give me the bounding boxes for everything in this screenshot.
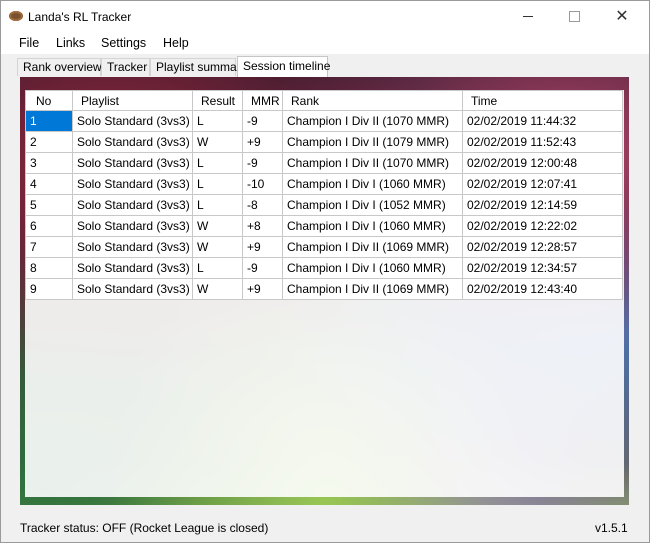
table-cell[interactable]: 02/02/2019 12:28:57 — [462, 236, 623, 258]
table-row[interactable]: 2 Solo Standard (3vs3) W +9 Champion I Div I… — [25, 131, 623, 153]
table-header-row: No Playlist Result MMR Rank Time — [25, 90, 623, 111]
table-cell[interactable]: W — [192, 131, 243, 153]
table-cell[interactable]: 02/02/2019 12:14:59 — [462, 194, 623, 216]
table-cell[interactable]: 8 — [25, 257, 73, 279]
rugby-ball-icon — [9, 11, 23, 21]
table-cell[interactable]: -9 — [242, 152, 283, 174]
minimize-button[interactable] — [505, 1, 551, 32]
tab-playlist-summary[interactable]: Playlist summary — [150, 58, 247, 76]
session-table[interactable]: No Playlist Result MMR Rank Time 1 Solo S… — [25, 90, 623, 300]
table-row[interactable]: 6 Solo Standard (3vs3) W +8 Champion I Div I… — [25, 215, 623, 237]
table-cell[interactable]: L — [192, 194, 243, 216]
table-cell[interactable]: +8 — [242, 215, 283, 237]
table-cell[interactable]: Champion I Div I (1060 MMR) — [282, 173, 463, 195]
column-header[interactable]: Time — [462, 90, 623, 111]
column-header[interactable]: MMR — [242, 90, 283, 111]
table-cell[interactable]: 02/02/2019 11:52:43 — [462, 131, 623, 153]
menu-help[interactable]: Help — [163, 36, 189, 50]
close-icon: ✕ — [615, 7, 629, 25]
table-cell[interactable]: 02/02/2019 12:34:57 — [462, 257, 623, 279]
menu-bar: File Links Settings Help — [1, 32, 649, 54]
table-cell[interactable]: Champion I Div II (1069 MMR) — [282, 236, 463, 258]
table-row[interactable]: 4 Solo Standard (3vs3) L -10 Champion I Div … — [25, 173, 623, 195]
table-cell[interactable]: 6 — [25, 215, 73, 237]
app-window: Landa's RL Tracker ✕ File Links Settings… — [0, 0, 650, 543]
table-row[interactable]: 9 Solo Standard (3vs3) W +9 Champion I Div I… — [25, 278, 623, 300]
table-cell[interactable]: Champion I Div I (1060 MMR) — [282, 215, 463, 237]
close-button[interactable]: ✕ — [599, 1, 645, 32]
column-header[interactable]: Playlist — [72, 90, 193, 111]
table-cell[interactable]: Champion I Div II (1070 MMR) — [282, 110, 463, 132]
table-cell[interactable]: -9 — [242, 257, 283, 279]
table-cell[interactable]: 02/02/2019 12:22:02 — [462, 215, 623, 237]
table-row[interactable]: 5 Solo Standard (3vs3) L -8 Champion I Div I… — [25, 194, 623, 216]
table-cell[interactable]: 9 — [25, 278, 73, 300]
tab-session-timeline[interactable]: Session timeline — [237, 56, 330, 77]
table-cell[interactable]: 02/02/2019 11:44:32 — [462, 110, 623, 132]
tab-tracker[interactable]: Tracker — [101, 58, 150, 76]
table-cell[interactable]: +9 — [242, 236, 283, 258]
menu-file[interactable]: File — [19, 36, 39, 50]
table-row[interactable]: 1 Solo Standard (3vs3) L -9 Champion I Div I… — [25, 110, 623, 132]
table-cell[interactable]: Champion I Div II (1069 MMR) — [282, 278, 463, 300]
table-cell[interactable]: 3 — [25, 152, 73, 174]
table-cell[interactable]: Solo Standard (3vs3) — [72, 110, 193, 132]
tab-rank-overview[interactable]: Rank overview — [17, 58, 102, 76]
table-cell[interactable]: +9 — [242, 131, 283, 153]
table-cell[interactable]: Champion I Div I (1060 MMR) — [282, 257, 463, 279]
maximize-button[interactable] — [551, 1, 597, 32]
minimize-icon — [523, 16, 533, 17]
table-cell[interactable]: +9 — [242, 278, 283, 300]
column-header[interactable]: Rank — [282, 90, 463, 111]
window-title: Landa's RL Tracker — [28, 10, 132, 24]
table-cell[interactable]: 5 — [25, 194, 73, 216]
table-cell[interactable]: Solo Standard (3vs3) — [72, 257, 193, 279]
title-bar[interactable]: Landa's RL Tracker ✕ — [1, 1, 649, 32]
table-cell[interactable]: 1 — [25, 110, 73, 132]
table-cell[interactable]: -9 — [242, 110, 283, 132]
table-cell[interactable]: Champion I Div II (1079 MMR) — [282, 131, 463, 153]
table-cell[interactable]: Solo Standard (3vs3) — [72, 215, 193, 237]
table-cell[interactable]: -10 — [242, 173, 283, 195]
table-row[interactable]: 8 Solo Standard (3vs3) L -9 Champion I Div I… — [25, 257, 623, 279]
table-cell[interactable]: 4 — [25, 173, 73, 195]
table-cell[interactable]: Solo Standard (3vs3) — [72, 194, 193, 216]
table-cell[interactable]: Solo Standard (3vs3) — [72, 278, 193, 300]
table-cell[interactable]: 7 — [25, 236, 73, 258]
version-label: v1.5.1 — [595, 521, 628, 535]
table-row[interactable]: 7 Solo Standard (3vs3) W +9 Champion I Div I… — [25, 236, 623, 258]
table-cell[interactable]: Solo Standard (3vs3) — [72, 152, 193, 174]
table-cell[interactable]: Champion I Div II (1070 MMR) — [282, 152, 463, 174]
table-cell[interactable]: Solo Standard (3vs3) — [72, 131, 193, 153]
table-cell[interactable]: 02/02/2019 12:00:48 — [462, 152, 623, 174]
table-cell[interactable]: L — [192, 173, 243, 195]
table-cell[interactable]: L — [192, 257, 243, 279]
tab-strip: Rank overview Tracker Playlist summary S… — [17, 56, 637, 77]
table-cell[interactable]: 02/02/2019 12:43:40 — [462, 278, 623, 300]
status-bar: Tracker status: OFF (Rocket League is cl… — [1, 513, 649, 541]
tracker-status: Tracker status: OFF (Rocket League is cl… — [20, 521, 269, 535]
table-cell[interactable]: W — [192, 278, 243, 300]
table-row[interactable]: 3 Solo Standard (3vs3) L -9 Champion I Div I… — [25, 152, 623, 174]
table-cell[interactable]: 2 — [25, 131, 73, 153]
table-cell[interactable]: -8 — [242, 194, 283, 216]
table-cell[interactable]: Solo Standard (3vs3) — [72, 173, 193, 195]
column-header[interactable]: Result — [192, 90, 243, 111]
column-header[interactable]: No — [25, 90, 73, 111]
menu-links[interactable]: Links — [56, 36, 85, 50]
table-cell[interactable]: Solo Standard (3vs3) — [72, 236, 193, 258]
table-cell[interactable]: 02/02/2019 12:07:41 — [462, 173, 623, 195]
maximize-icon — [568, 11, 580, 22]
table-cell[interactable]: W — [192, 215, 243, 237]
table-cell[interactable]: Champion I Div I (1052 MMR) — [282, 194, 463, 216]
table-cell[interactable]: L — [192, 110, 243, 132]
menu-settings[interactable]: Settings — [101, 36, 146, 50]
table-cell[interactable]: W — [192, 236, 243, 258]
table-cell[interactable]: L — [192, 152, 243, 174]
